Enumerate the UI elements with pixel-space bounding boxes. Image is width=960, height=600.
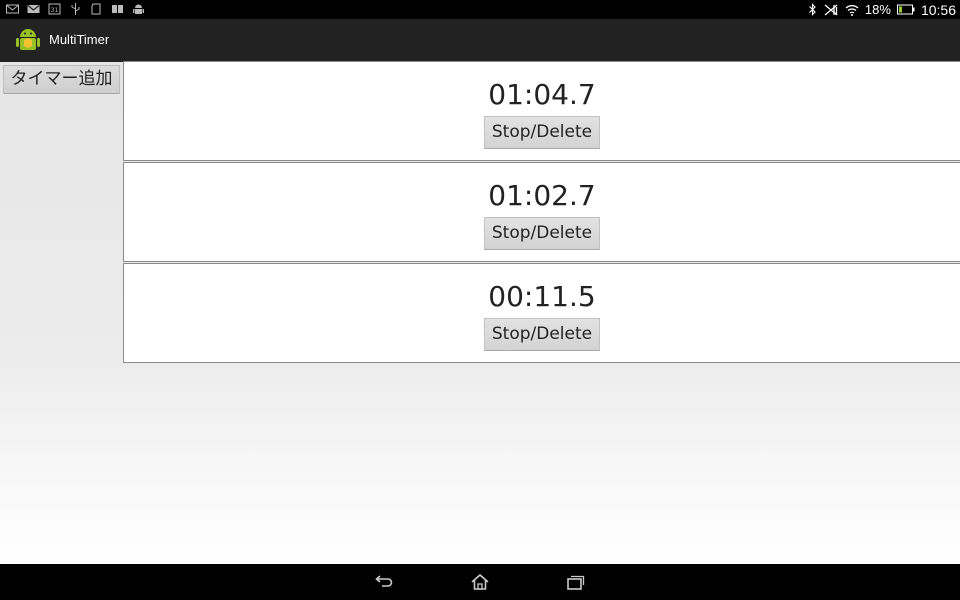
- home-icon[interactable]: [468, 572, 492, 592]
- bluetooth-icon: [809, 3, 816, 16]
- status-bar: 31 18% 10:56: [0, 0, 960, 19]
- clock: 10:56: [920, 1, 956, 18]
- add-timer-button[interactable]: タイマー追加: [3, 65, 120, 94]
- timer-item: 01:04.7 Stop/Delete: [123, 61, 960, 161]
- sd-card-icon: [91, 3, 101, 15]
- timer-item: 01:02.7 Stop/Delete: [123, 162, 960, 262]
- app-title: MultiTimer: [49, 32, 110, 47]
- calendar-icon: 31: [48, 3, 61, 15]
- usb-icon: [71, 3, 80, 15]
- back-icon[interactable]: [372, 572, 396, 592]
- svg-text:31: 31: [51, 7, 59, 14]
- system-status: 18% 10:56: [808, 0, 956, 19]
- app-icon: [16, 29, 40, 50]
- stop-delete-button[interactable]: Stop/Delete: [484, 217, 600, 250]
- stop-delete-button[interactable]: Stop/Delete: [484, 318, 600, 351]
- wifi-icon: [845, 5, 859, 16]
- timer-time: 00:11.5: [488, 280, 596, 313]
- navigation-bar: [0, 564, 960, 600]
- timer-item: 00:11.5 Stop/Delete: [123, 263, 960, 363]
- timer-list: 01:04.7 Stop/Delete 01:02.7 Stop/Delete …: [123, 61, 960, 363]
- gmail-icon: [6, 4, 19, 14]
- timer-time: 01:02.7: [488, 179, 596, 212]
- android-debug-icon: [133, 4, 144, 14]
- timer-time: 01:04.7: [488, 78, 596, 111]
- battery-percent: 18%: [864, 2, 891, 17]
- notification-icons: 31: [6, 3, 145, 15]
- battery-icon: [896, 4, 915, 15]
- stop-delete-button[interactable]: Stop/Delete: [484, 116, 600, 149]
- recents-icon[interactable]: [563, 572, 587, 592]
- mail-icon: [27, 5, 40, 13]
- book-icon: [112, 5, 123, 13]
- signal-muted-icon: [824, 4, 838, 16]
- action-bar: [0, 19, 960, 62]
